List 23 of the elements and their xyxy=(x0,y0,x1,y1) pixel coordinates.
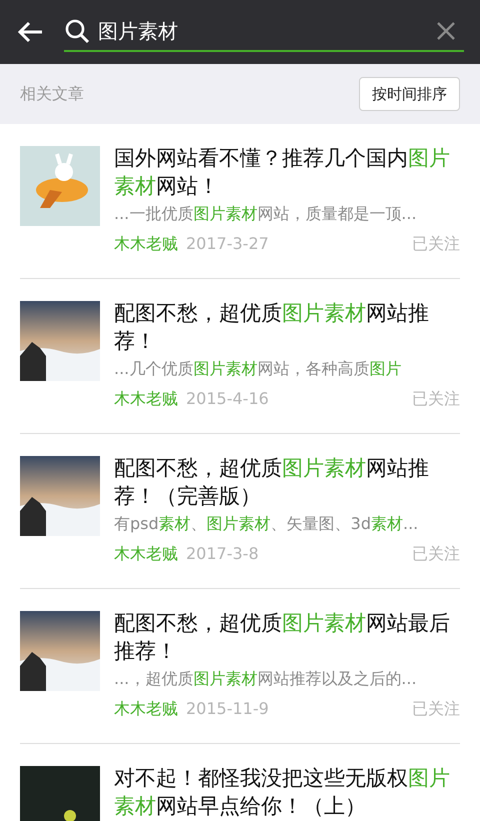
section-title: 相关文章 xyxy=(20,83,84,105)
followed-label: 已关注 xyxy=(412,543,460,565)
article-title[interactable]: 配图不愁，超优质图片素材网站推荐！（完善版） xyxy=(114,454,460,510)
sort-button[interactable]: 按时间排序 xyxy=(359,77,460,111)
followed-label: 已关注 xyxy=(412,698,460,720)
search-icon xyxy=(64,18,90,44)
search-query: 图片素材 xyxy=(98,18,179,45)
article-snippet: 有psd素材、图片素材、矢量图、3d素材... xyxy=(114,513,420,535)
article-snippet: ...几个优质图片素材网站，各种高质图片 xyxy=(114,358,402,380)
publish-date: 2017-3-27 xyxy=(186,233,269,255)
article-title[interactable]: 对不起！都怪我没把这些无版权图片素材网站早点给你！（上） xyxy=(114,764,460,820)
article-snippet: ...，超优质图片素材网站推荐以及之后的... xyxy=(114,668,418,690)
article-snippet: ...一批优质图片素材网站，质量都是一顶... xyxy=(114,203,418,225)
publish-date: 2015-4-16 xyxy=(186,388,269,410)
followed-label: 已关注 xyxy=(412,233,460,255)
close-icon[interactable] xyxy=(436,21,456,41)
article-title[interactable]: 配图不愁，超优质图片素材网站推荐！ xyxy=(114,299,460,355)
publish-date: 2017-3-8 xyxy=(186,543,259,565)
article-title[interactable]: 配图不愁，超优质图片素材网站最后推荐！ xyxy=(114,609,460,665)
back-icon[interactable] xyxy=(16,20,44,44)
publish-date: 2015-11-9 xyxy=(186,698,269,720)
article-title[interactable]: 国外网站看不懂？推荐几个国内图片素材网站！ xyxy=(114,144,460,200)
followed-label: 已关注 xyxy=(412,388,460,410)
